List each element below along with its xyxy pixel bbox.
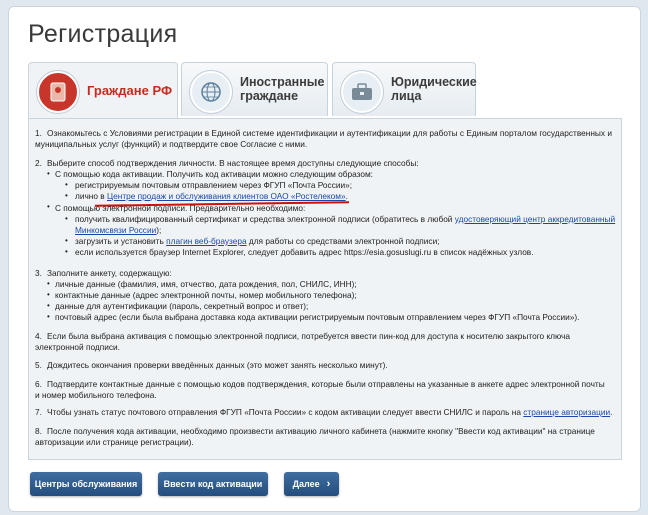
bullet-icon: • [65,247,68,256]
method-activation-code: С помощью кода активации. Получить код а… [55,169,373,179]
tab-citizens[interactable]: Граждане РФ [28,62,178,120]
tab-label-line1: Юридические [391,75,477,89]
option-text: ); [156,225,162,235]
briefcase-icon [341,71,383,113]
button-label: Далее [292,479,320,489]
step-text: Подтвердите контактные данные с помощью … [47,379,605,389]
bullet-icon: • [47,169,50,178]
bullet-icon: • [65,191,68,200]
tab-legal-entities[interactable]: Юридические лица [332,62,477,116]
step-text-part: Чтобы узнать статус почтового отправлени… [47,407,524,417]
bullet-icon: • [47,290,50,299]
step-number: 3. [35,268,42,278]
button-label: Ввести код активации [163,479,263,489]
bullet-icon: • [47,202,50,211]
option-ie: если используется браузер Internet Explo… [75,247,534,257]
instructions-panel: 1. Ознакомьтесь с Условиями регистрации … [28,118,622,460]
form-item: контактные данные (адрес электронной поч… [55,290,357,300]
step-text: Если была выбрана активация с помощью эл… [47,331,570,341]
option-text: . [345,191,348,201]
step-text: муниципальных услуг (функций) и подтверд… [35,139,308,149]
bullet-icon: • [47,279,50,288]
form-item: личные данные (фамилия, имя, отчество, д… [55,279,357,289]
option-plugin: загрузить и установить плагин веб-браузе… [75,236,440,247]
tabs: Граждане РФ Иностранные граждане Юридиче… [28,62,624,120]
rostelecom-centers-link[interactable]: Центре продаж и обслуживания клиентов ОА… [107,191,346,201]
option-text: загрузить и установить [75,236,167,246]
tab-foreigners[interactable]: Иностранные граждане [181,62,328,116]
option-text: получить квалифицированный сертификат и … [75,214,455,224]
globe-icon [190,71,232,113]
tab-label: Граждане РФ [87,83,173,98]
step-text: Чтобы узнать статус почтового отправлени… [47,407,612,418]
step-number: 7. [35,407,42,417]
step-number: 8. [35,426,42,436]
step-number: 5. [35,360,42,370]
button-label: Центры обслуживания [34,479,138,489]
chevron-right-icon: › [326,478,331,490]
tab-label-line2: граждане [240,89,299,103]
form-item: почтовый адрес (если была выбрана достав… [55,312,580,322]
option-certificate-cont: Минкомсвязи России); [75,225,161,236]
browser-plugin-link[interactable]: плагин веб-браузера [166,236,246,246]
step-text: Заполните анкету, содержащую: [47,268,172,278]
bullet-icon: • [47,312,50,321]
step-number: 2. [35,158,42,168]
next-button[interactable]: Далее › [284,472,339,496]
step-number: 6. [35,379,42,389]
option-text: для работы со средствами электронной под… [246,236,440,246]
step-text: Выберите способ подтверждения личности. … [47,158,419,168]
option-mail: регистрируемым почтовым отправлением чер… [75,180,353,190]
step-text: и номер мобильного телефона. [35,390,157,400]
step-text: электронной подписи. [35,342,120,352]
option-in-person: лично в Центре продаж и обслуживания кли… [75,191,348,202]
service-centers-button[interactable]: Центры обслуживания [30,472,142,496]
step-number: 4. [35,331,42,341]
step-text: После получения кода активации, необходи… [47,426,595,436]
bullet-icon: • [65,214,68,223]
authorization-page-link[interactable]: странице авторизации [523,407,610,417]
bullet-icon: • [65,236,68,245]
passport-icon [37,71,79,113]
bullet-icon: • [65,180,68,189]
certification-center-link[interactable]: удостоверяющий центр аккредитованный [455,214,615,224]
minkomsvyaz-link[interactable]: Минкомсвязи России [75,225,156,235]
step-text: авторизации или странице регистрации). [35,437,194,447]
bullet-icon: • [47,301,50,310]
step-text: Дождитесь окончания проверки введённых д… [47,360,388,370]
tab-label-line1: Иностранные [240,75,325,89]
form-item: данные для аутентификации (пароль, секре… [55,301,309,311]
tab-label-line2: лица [391,89,422,103]
step-text: Ознакомьтесь с Условиями регистрации в Е… [47,128,612,138]
page-title: Регистрация [28,20,178,48]
method-e-signature: С помощью электронной подписи. Предварит… [55,203,306,213]
step-text-part: . [610,407,613,417]
option-text: лично в [75,191,108,201]
option-certificate: получить квалифицированный сертификат и … [75,214,615,225]
step-number: 1. [35,128,42,138]
enter-activation-code-button[interactable]: Ввести код активации [158,472,268,496]
